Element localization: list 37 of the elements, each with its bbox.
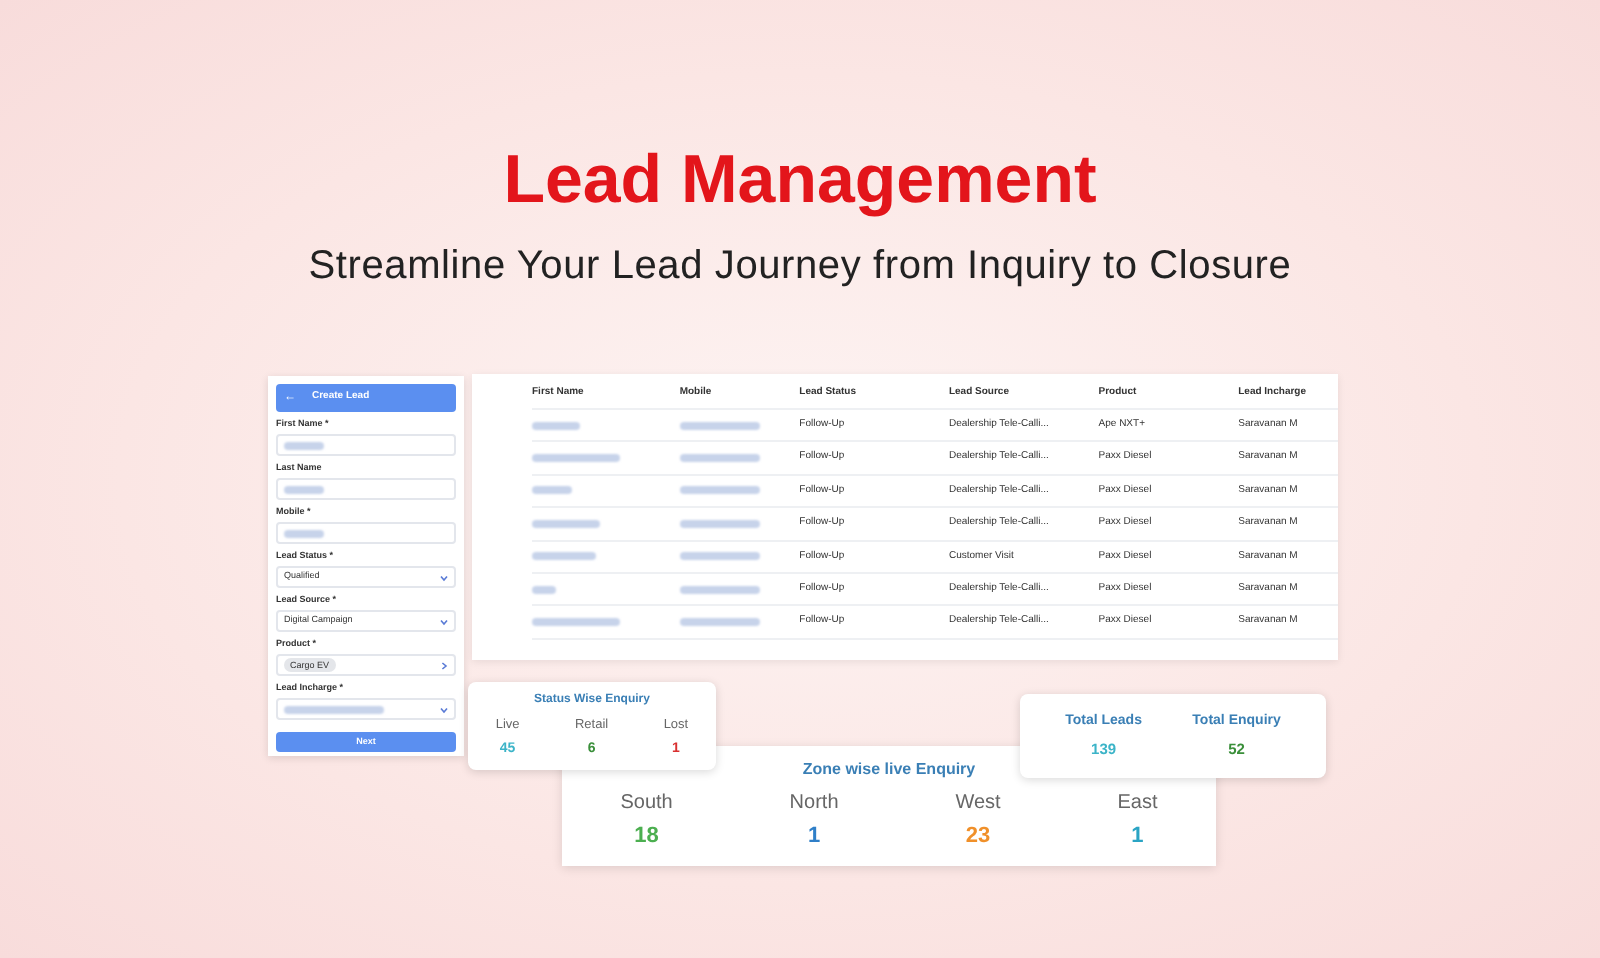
stat-label: East <box>1117 792 1158 814</box>
blurred-text-icon <box>532 486 572 495</box>
blurred-text-icon <box>532 454 620 463</box>
blurred-text-icon <box>679 618 760 627</box>
blurred-text-icon <box>532 519 600 528</box>
chevron-down-icon <box>440 617 448 625</box>
input-field[interactable] <box>276 522 456 544</box>
chevron-down-icon <box>440 705 448 713</box>
blurred-text-icon <box>679 585 760 594</box>
stat-value: 23 <box>965 824 991 848</box>
stat-label: South <box>620 792 673 814</box>
blurred-text-icon <box>679 552 760 561</box>
input-field[interactable] <box>276 434 456 456</box>
blurred-text-icon <box>532 618 620 627</box>
blurred-text-icon <box>532 585 556 594</box>
stat-value: 1 <box>1131 824 1144 848</box>
select-field[interactable] <box>276 698 456 720</box>
page-subtitle: Streamline Your Lead Journey from Inquiry to Closure <box>308 242 1292 292</box>
chevron-down-icon <box>440 573 448 581</box>
card-title: Zone wise live Enquiry <box>802 758 976 782</box>
blurred-text-icon <box>679 519 760 528</box>
blurred-text-icon <box>679 421 760 430</box>
input-field[interactable] <box>276 478 456 500</box>
blurred-text-icon <box>532 552 596 561</box>
blurred-text-icon <box>679 454 760 463</box>
stat-value: 18 <box>634 824 659 848</box>
stat-label: North <box>789 792 839 814</box>
blurred-text-icon <box>284 485 324 493</box>
stat-value: 1 <box>807 824 821 848</box>
blurred-text-icon <box>284 529 324 537</box>
page-title: Lead Management <box>503 140 1097 220</box>
chevron-right-icon <box>440 661 448 669</box>
blurred-text-icon <box>284 705 384 713</box>
stat-label: West <box>955 792 1001 814</box>
blurred-text-icon <box>679 486 760 495</box>
blurred-text-icon <box>284 441 324 449</box>
blurred-text-icon <box>532 421 580 430</box>
